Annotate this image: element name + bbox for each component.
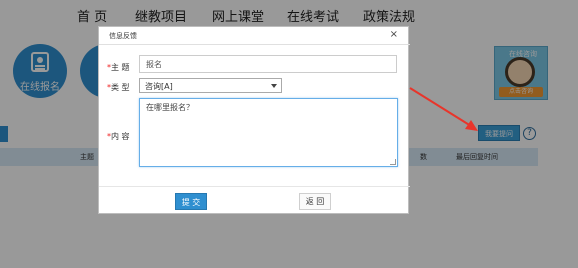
subject-label-text: 主 题 [111,63,130,72]
chevron-down-icon [271,84,277,88]
dialog-title: 信息反馈 [109,32,137,40]
close-icon[interactable]: × [390,30,398,40]
subject-input[interactable]: 报名 [139,55,397,73]
content-label: *内 容 [107,131,130,142]
back-button[interactable]: 返 回 [299,193,331,210]
content-label-text: 内 容 [111,132,130,141]
submit-button[interactable]: 提 交 [175,193,207,210]
dialog-divider [99,44,410,45]
type-select[interactable]: 咨询[A] [139,78,282,93]
footer-divider [99,186,410,187]
type-label-text: 类 型 [111,83,130,92]
feedback-dialog: 信息反馈 × *主 题 报名 *类 型 咨询[A] *内 容 在哪里报名？ 提 … [98,26,410,214]
resize-grip-icon[interactable] [390,159,396,165]
subject-label: *主 题 [107,62,130,73]
type-label: *类 型 [107,82,130,93]
content-textarea-value: 在哪里报名？ [146,103,194,112]
content-textarea[interactable]: 在哪里报名？ [139,98,398,167]
type-select-value: 咨询[A] [145,82,173,91]
